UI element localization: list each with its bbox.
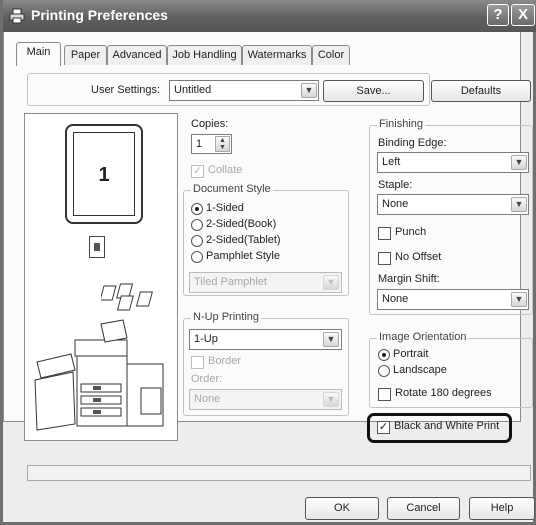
radio-2-sided-tablet[interactable]: [191, 235, 203, 247]
user-settings-select[interactable]: Untitled: [169, 80, 319, 101]
print-preview-panel: 1: [24, 113, 178, 441]
n-up-select[interactable]: 1-Up: [189, 329, 342, 350]
chevron-down-icon[interactable]: ▼: [511, 197, 527, 212]
staple-label: Staple:: [378, 179, 413, 191]
no-offset-label: No Offset: [395, 251, 442, 263]
close-button[interactable]: X: [511, 4, 535, 26]
spin-arrows-icon[interactable]: ▲ ▼: [215, 136, 230, 152]
user-settings-value: Untitled: [174, 84, 212, 96]
chevron-down-icon[interactable]: ▼: [301, 83, 317, 98]
tab-main[interactable]: Main: [16, 42, 61, 66]
chevron-down-icon[interactable]: ▼: [511, 292, 527, 307]
chevron-down-icon[interactable]: ▼: [323, 392, 339, 407]
radio-1-sided[interactable]: [191, 203, 203, 215]
black-and-white-checkbox[interactable]: ✓: [377, 421, 390, 434]
tab-paper[interactable]: Paper: [64, 45, 107, 65]
pamphlet-style-value: Tiled Pamphlet: [194, 276, 267, 288]
punch-label: Punch: [395, 226, 427, 238]
n-up-value: 1-Up: [194, 333, 218, 345]
page-preview-number: 1: [73, 132, 135, 216]
radio-landscape[interactable]: [378, 365, 390, 377]
printing-preferences-window: Printing Preferences ? X Main Paper Adva…: [0, 0, 536, 525]
portrait-label: Portrait: [393, 348, 429, 360]
staple-select[interactable]: None: [377, 194, 529, 215]
copier-machine-icon: [31, 314, 173, 439]
status-strip: [27, 465, 531, 481]
landscape-label: Landscape: [393, 364, 447, 376]
radio-2-sided-book[interactable]: [191, 219, 203, 231]
binding-edge-select[interactable]: Left: [377, 152, 529, 173]
image-orientation-legend: Image Orientation: [377, 331, 469, 343]
tab-color[interactable]: Color: [312, 45, 350, 65]
collate-label: Collate: [208, 164, 243, 176]
margin-shift-value: None: [382, 293, 409, 305]
no-offset-checkbox[interactable]: [378, 252, 391, 265]
radio-1-sided-label: 1-Sided: [206, 202, 244, 214]
ok-button[interactable]: OK: [305, 497, 379, 520]
n-up-printing-legend: N-Up Printing: [191, 311, 262, 323]
margin-shift-label: Margin Shift:: [378, 273, 440, 285]
radio-portrait[interactable]: [378, 349, 390, 361]
radio-pamphlet-style[interactable]: [191, 251, 203, 263]
printer-icon: [9, 8, 25, 24]
punch-checkbox[interactable]: [378, 227, 391, 240]
chevron-down-icon[interactable]: ▼: [511, 155, 527, 170]
title-bar[interactable]: Printing Preferences ? X: [3, 0, 536, 32]
tab-job-handling[interactable]: Job Handling: [167, 45, 242, 65]
radio-pamphlet-style-label: Pamphlet Style: [206, 250, 280, 262]
copies-value: 1: [196, 138, 203, 150]
rotate-180-label: Rotate 180 degrees: [395, 387, 492, 399]
order-select[interactable]: None: [189, 389, 342, 410]
black-and-white-label: Black and White Print: [394, 420, 500, 432]
staple-value: None: [382, 198, 409, 210]
order-label: Order:: [191, 373, 223, 385]
chevron-down-icon[interactable]: ▼: [323, 332, 339, 347]
save-button[interactable]: Save...: [323, 80, 424, 102]
pamphlet-style-select[interactable]: Tiled Pamphlet: [189, 272, 342, 293]
window-title: Printing Preferences: [31, 7, 168, 23]
margin-shift-select[interactable]: None: [377, 289, 529, 310]
order-value: None: [194, 393, 221, 405]
defaults-button[interactable]: Defaults: [431, 80, 531, 102]
copies-label: Copies:: [191, 118, 229, 130]
tab-watermarks[interactable]: Watermarks: [242, 45, 312, 65]
document-style-legend: Document Style: [191, 183, 273, 195]
collate-checkbox[interactable]: ✓: [191, 165, 204, 178]
chevron-down-icon[interactable]: ▼: [323, 275, 339, 290]
border-label: Border: [208, 355, 242, 367]
finishing-legend: Finishing: [377, 118, 426, 130]
radio-2-sided-tablet-label: 2-Sided(Tablet): [206, 234, 281, 246]
user-settings-label: User Settings:: [91, 84, 161, 96]
border-checkbox[interactable]: [191, 356, 204, 369]
help-button[interactable]: Help: [469, 497, 535, 520]
help-title-button[interactable]: ?: [487, 4, 509, 26]
cancel-button[interactable]: Cancel: [387, 497, 460, 520]
binding-edge-label: Binding Edge:: [378, 137, 447, 149]
tab-advanced[interactable]: Advanced: [107, 45, 167, 65]
rotate-180-checkbox[interactable]: [378, 388, 391, 401]
page-preview-frame: 1: [65, 124, 143, 224]
staple-preview-icon: [89, 236, 105, 258]
radio-2-sided-book-label: 2-Sided(Book): [206, 218, 277, 230]
binding-edge-value: Left: [382, 156, 401, 168]
